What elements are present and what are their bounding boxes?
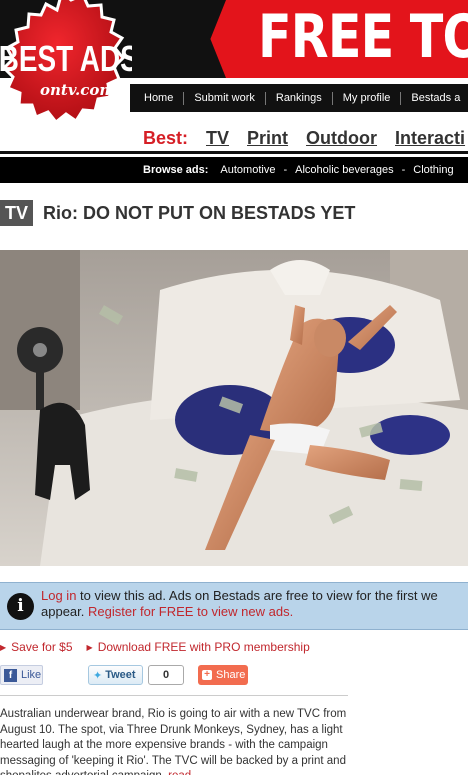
share-label: Share [216, 669, 246, 681]
purchase-actions: ▶ Save for $5 ▶ Download FREE with PRO mem… [0, 640, 310, 654]
save-label: Save for $5 [11, 640, 73, 654]
ad-type-badge: TV [0, 200, 34, 226]
login-notice: i Log in to view this ad. Ads on Bestads… [0, 582, 468, 630]
browse-separator: - [283, 164, 288, 176]
facebook-like-button[interactable]: f Like [0, 665, 43, 685]
notice-text: to view this ad. Ads on Bestads are free… [76, 588, 438, 603]
nav-bestads-more[interactable]: Bestads a [400, 91, 468, 105]
twitter-bird-icon: ✦ [93, 669, 103, 682]
best-link-tv[interactable]: TV [206, 128, 229, 149]
register-link[interactable]: Register for FREE to view new ads. [88, 604, 293, 619]
banner-text: FREE TO [258, 2, 468, 72]
arrow-right-icon: ▶ [0, 643, 7, 652]
divider [0, 695, 348, 696]
browse-category-alcoholic[interactable]: Alcoholic beverages [295, 164, 393, 176]
nav-my-profile[interactable]: My profile [331, 91, 401, 105]
browse-label: Browse ads: [143, 164, 209, 176]
ad-title: Rio: DO NOT PUT ON BESTADS YET [43, 202, 356, 223]
arrow-right-icon: ▶ [86, 643, 93, 652]
facebook-icon: f [4, 668, 17, 682]
logo-subtitle: ontv.com [40, 81, 115, 99]
notice-line-1: Log in to view this ad. Ads on Bestads a… [41, 588, 438, 603]
ad-description: Australian underwear brand, Rio is going… [0, 707, 348, 775]
ad-title-row: TV Rio: DO NOT PUT ON BESTADS YET [0, 200, 355, 226]
tweet-count: 0 [148, 665, 184, 685]
save-button[interactable]: ▶ Save for $5 [0, 640, 73, 654]
promo-banner[interactable]: FREE TO [200, 0, 468, 78]
main-nav: Home Submit work Rankings My profile Bes… [130, 84, 468, 112]
like-label: Like [21, 669, 42, 681]
login-link[interactable]: Log in [41, 588, 76, 603]
nav-home[interactable]: Home [130, 92, 183, 105]
video-still-image [0, 250, 468, 566]
share-button[interactable]: + Share [198, 665, 248, 685]
banner-stripe [200, 0, 226, 78]
nav-rankings[interactable]: Rankings [264, 91, 332, 105]
browse-bar: Browse ads: Automotive - Alcoholic bever… [0, 157, 468, 183]
download-label: Download FREE with PRO membership [97, 640, 310, 654]
browse-separator: - [401, 164, 406, 176]
info-icon: i [7, 593, 34, 620]
video-player[interactable] [0, 250, 468, 566]
best-link-outdoor[interactable]: Outdoor [306, 128, 377, 149]
read-more-link[interactable]: read [168, 770, 191, 775]
description-text: Australian underwear brand, Rio is going… [0, 708, 347, 775]
best-links: TV Print Outdoor Interacti [206, 128, 465, 149]
browse-category-automotive[interactable]: Automotive [220, 164, 275, 176]
best-link-print[interactable]: Print [247, 128, 288, 149]
tweet-button[interactable]: ✦ Tweet [88, 665, 143, 685]
download-button[interactable]: ▶ Download FREE with PRO membership [87, 640, 310, 654]
bestads-logo[interactable]: BEST ADS ontv.com [0, 0, 132, 145]
nav-submit-work[interactable]: Submit work [183, 91, 265, 105]
notice-text-2: appear. [41, 604, 88, 619]
logo-title: BEST ADS [0, 39, 132, 79]
tweet-label: Tweet [105, 669, 136, 681]
browse-category-clothing[interactable]: Clothing [413, 164, 453, 176]
best-label: Best: [143, 128, 189, 148]
notice-line-2: appear. Register for FREE to view new ad… [41, 604, 293, 619]
plus-icon: + [202, 670, 212, 680]
best-link-interactive[interactable]: Interacti [395, 128, 465, 149]
